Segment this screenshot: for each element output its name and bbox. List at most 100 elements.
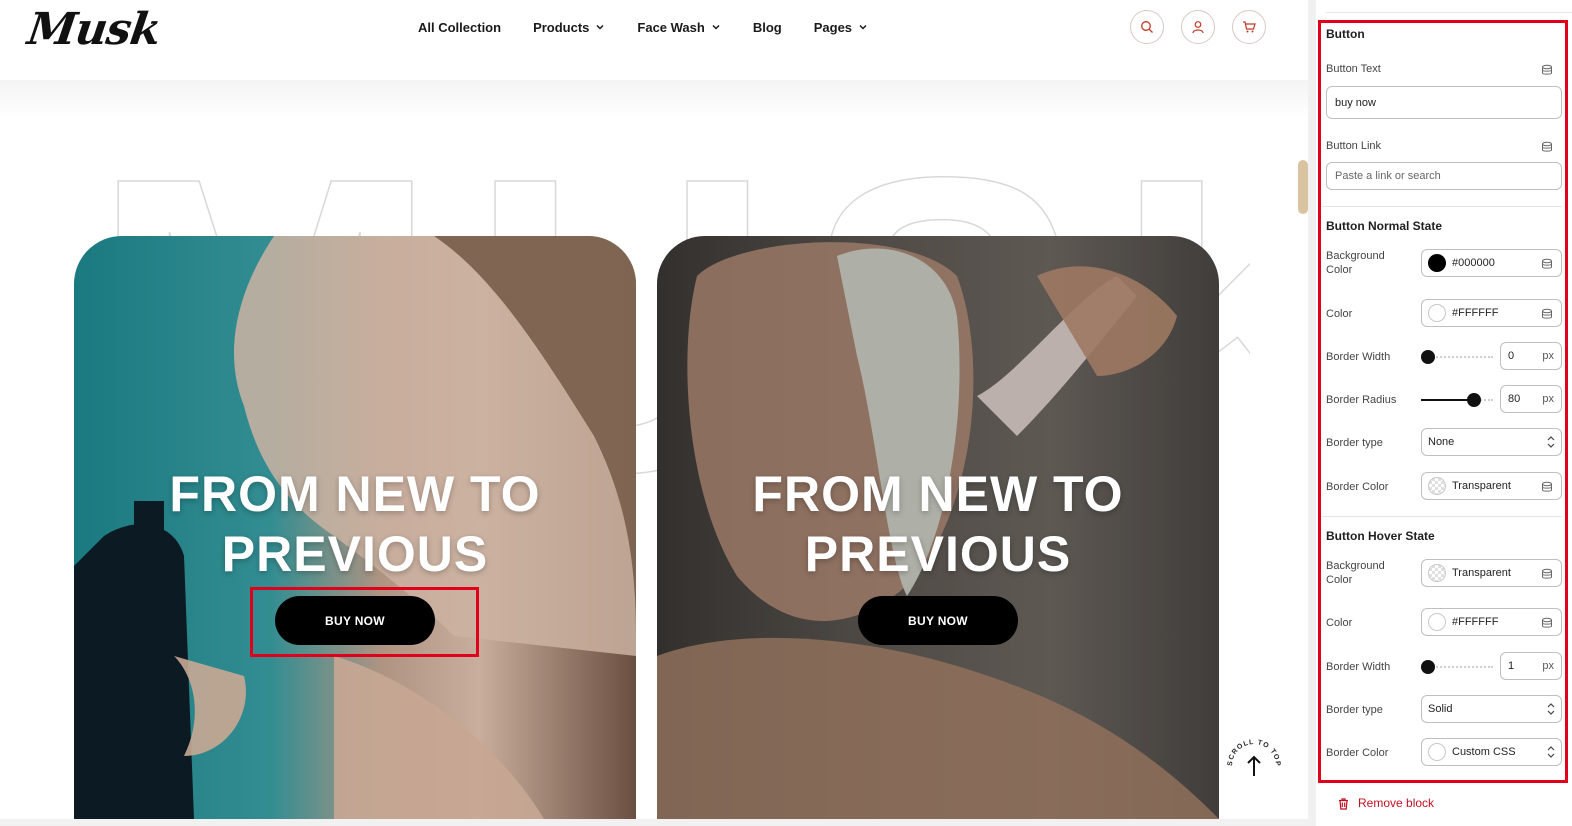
unit-label: px [1542, 350, 1554, 362]
search-icon [1141, 21, 1153, 33]
normal-bg-color-picker[interactable]: #000000 [1421, 249, 1562, 277]
border-radius-label: Border Radius [1326, 394, 1397, 406]
normal-border-radius-input[interactable]: 80 px [1500, 385, 1562, 413]
divider [1322, 206, 1562, 207]
chevron-down-icon [859, 24, 867, 30]
database-icon[interactable] [1541, 568, 1553, 580]
normal-border-width-slider[interactable] [1421, 350, 1493, 364]
number-value: 80 [1508, 393, 1521, 405]
nav-label: Face Wash [637, 19, 705, 35]
border-color-label: Border Color [1326, 747, 1389, 759]
select-value: None [1428, 436, 1455, 448]
nav-item-pages[interactable]: Pages [814, 18, 868, 36]
normal-text-color-picker[interactable]: #FFFFFF [1421, 299, 1562, 327]
account-button[interactable] [1181, 10, 1215, 44]
chevron-down-icon [596, 24, 604, 30]
slider-handle[interactable] [1421, 350, 1435, 364]
nav-item-face-wash[interactable]: Face Wash [637, 18, 720, 36]
database-icon[interactable] [1541, 308, 1553, 320]
promo-card-man: FROM NEW TO PREVIOUS BUY NOW [657, 236, 1219, 819]
database-icon[interactable] [1541, 617, 1553, 629]
normal-border-width-input[interactable]: 0 px [1500, 342, 1562, 370]
divider [1322, 516, 1562, 517]
section-title-hover-state: Button Hover State [1326, 529, 1435, 543]
select-value: Solid [1428, 703, 1453, 715]
nav-item-all-collection[interactable]: All Collection [418, 18, 501, 36]
section-title-button: Button [1326, 27, 1365, 41]
hover-border-width-slider[interactable] [1421, 660, 1493, 674]
storefront-preview: Musk All Collection Products Face Wash B… [0, 0, 1308, 819]
nav-item-blog[interactable]: Blog [753, 18, 782, 36]
color-label: Color [1326, 617, 1353, 629]
promo-card-woman: FROM NEW TO PREVIOUS BUY NOW [74, 236, 636, 819]
slider-handle[interactable] [1467, 393, 1481, 407]
border-type-label: Border type [1326, 437, 1383, 449]
nav-item-products[interactable]: Products [533, 18, 605, 36]
color-swatch [1428, 304, 1446, 322]
selected-element-highlight [250, 587, 479, 657]
normal-border-radius-slider[interactable] [1421, 393, 1493, 407]
select-content: Custom CSS [1428, 743, 1516, 761]
color-label: Color [1326, 308, 1353, 320]
remove-block-label: Remove block [1358, 796, 1435, 810]
up-down-chevron-icon [1547, 436, 1555, 448]
nav-label: Pages [813, 19, 853, 35]
background-color-label: Background Color [1326, 249, 1385, 277]
button-text-label: Button Text [1326, 63, 1381, 75]
page-scrollbar-thumb[interactable] [1298, 160, 1308, 214]
database-icon[interactable] [1541, 481, 1553, 493]
unit-label: px [1542, 660, 1554, 672]
color-value: Transparent [1452, 567, 1511, 579]
label-line: Color [1326, 264, 1353, 276]
title-line: FROM NEW TO [169, 466, 541, 522]
slider-handle[interactable] [1421, 660, 1435, 674]
border-width-label: Border Width [1326, 661, 1391, 673]
hover-border-width-input[interactable]: 1 px [1500, 652, 1562, 680]
database-icon[interactable] [1541, 64, 1553, 76]
promo-card-title: FROM NEW TO PREVIOUS [657, 464, 1219, 584]
trash-icon [1339, 797, 1348, 810]
divider [1326, 12, 1572, 13]
border-width-label: Border Width [1326, 351, 1391, 363]
color-swatch [1428, 477, 1446, 495]
hover-text-color-picker[interactable]: #FFFFFF [1421, 608, 1562, 636]
header-actions [1130, 10, 1266, 44]
normal-border-type-select[interactable]: None [1421, 428, 1562, 456]
cart-button[interactable] [1232, 10, 1266, 44]
color-value: #FFFFFF [1452, 616, 1499, 628]
scroll-to-top-button[interactable]: SCROLL TO TOP [1224, 736, 1284, 796]
chevron-down-icon [712, 24, 720, 30]
normal-border-color-picker[interactable]: Transparent [1421, 472, 1562, 500]
number-value: 1 [1508, 660, 1515, 672]
database-icon[interactable] [1541, 141, 1553, 153]
title-line: PREVIOUS [804, 526, 1072, 582]
label-line: Background [1326, 250, 1385, 262]
button-text-input[interactable]: buy now [1326, 86, 1562, 119]
search-button[interactable] [1130, 10, 1164, 44]
promo-card-title: FROM NEW TO PREVIOUS [74, 464, 636, 584]
unit-label: px [1542, 393, 1554, 405]
color-value: #000000 [1452, 257, 1495, 269]
buy-now-button[interactable]: BUY NOW [858, 596, 1018, 645]
button-link-input[interactable]: Paste a link or search [1326, 162, 1562, 190]
section-title-normal-state: Button Normal State [1326, 219, 1443, 233]
remove-block-button[interactable]: Remove block [1337, 796, 1434, 810]
up-down-chevron-icon [1547, 703, 1555, 715]
up-down-chevron-icon [1547, 746, 1555, 758]
slider-fill [1421, 399, 1473, 401]
border-color-label: Border Color [1326, 481, 1389, 493]
label-line: Color [1326, 574, 1353, 586]
color-value: #FFFFFF [1452, 307, 1499, 319]
hover-bg-color-picker[interactable]: Transparent [1421, 559, 1562, 587]
hover-border-color-select[interactable]: Custom CSS [1421, 738, 1562, 766]
hover-border-type-select[interactable]: Solid [1421, 695, 1562, 723]
number-value: 0 [1508, 350, 1515, 362]
title-line: PREVIOUS [221, 526, 489, 582]
color-swatch [1428, 613, 1446, 631]
database-icon[interactable] [1541, 258, 1553, 270]
button-link-label: Button Link [1326, 140, 1382, 152]
background-color-label: Background Color [1326, 559, 1385, 587]
nav-label: Products [533, 19, 590, 35]
color-swatch [1428, 254, 1446, 272]
site-logo[interactable]: Musk [24, 4, 163, 55]
